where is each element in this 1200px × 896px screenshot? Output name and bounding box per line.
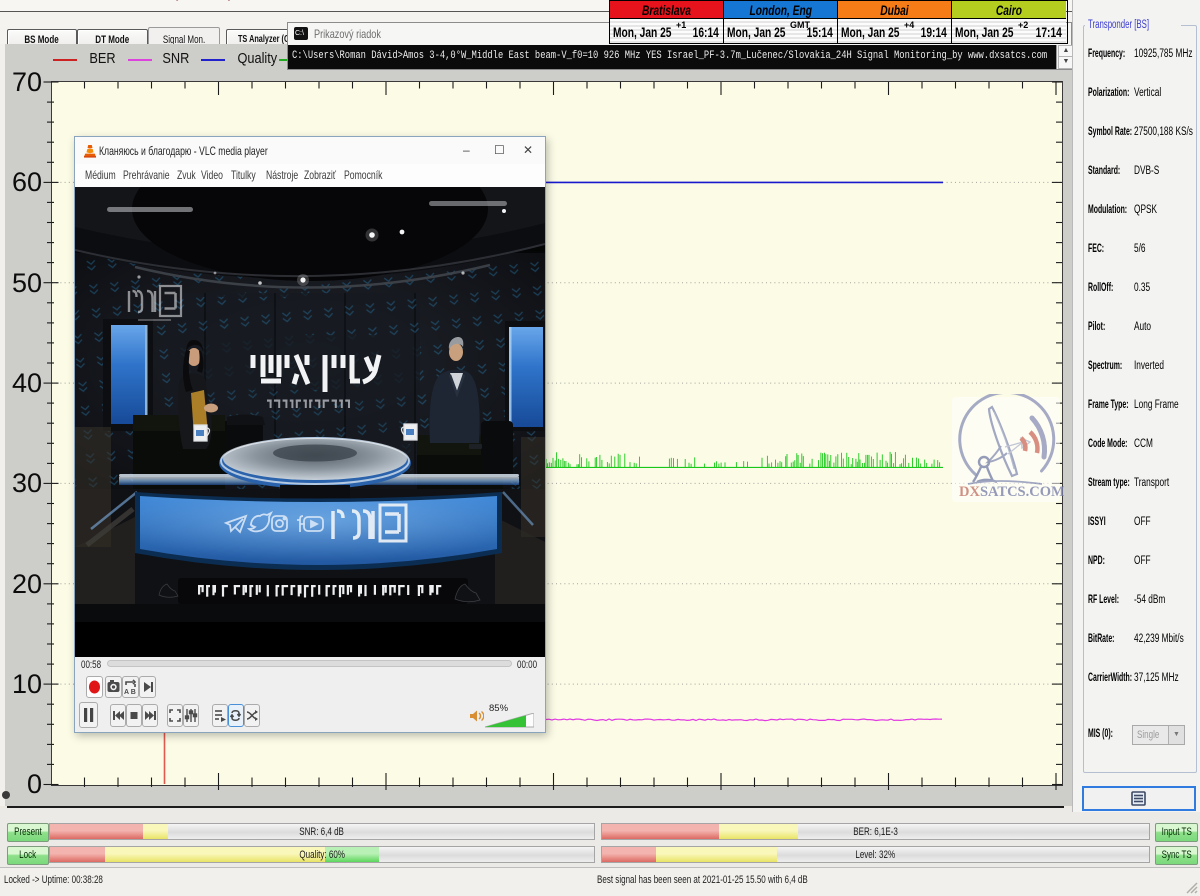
svg-text:A B: A B <box>124 689 136 696</box>
svg-text:DXSATCS.COM: DXSATCS.COM <box>959 484 1064 500</box>
